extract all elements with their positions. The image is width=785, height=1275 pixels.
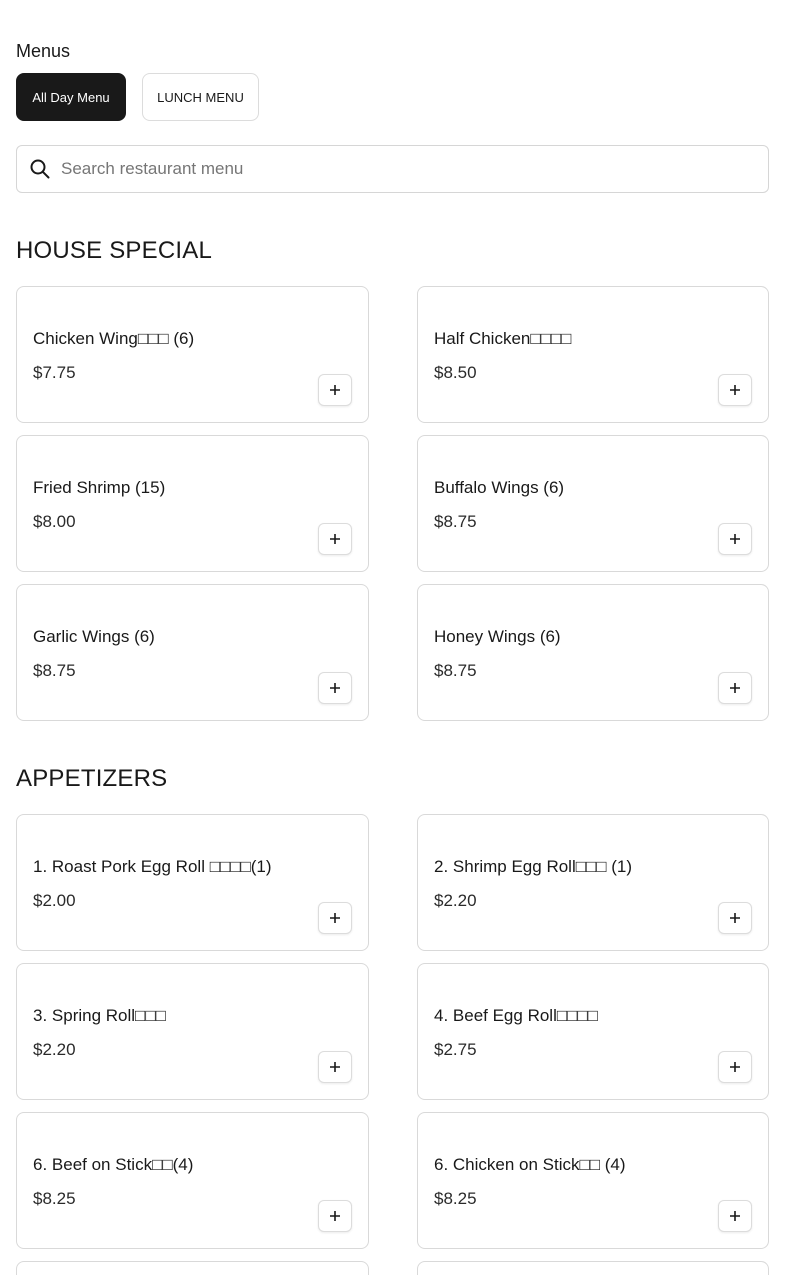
plus-icon <box>730 1211 740 1221</box>
item-price: $8.00 <box>33 512 76 531</box>
plus-icon <box>730 534 740 544</box>
item-price: $8.75 <box>434 661 477 680</box>
add-item-button[interactable] <box>318 523 352 555</box>
menu-item-card[interactable]: 2. Shrimp Egg Roll□□□ (1) $2.20 <box>417 814 769 951</box>
item-name: 4. Beef Egg Roll□□□□ <box>434 1006 598 1025</box>
add-item-button[interactable] <box>718 672 752 704</box>
add-item-button[interactable] <box>718 902 752 934</box>
add-item-button[interactable] <box>318 1200 352 1232</box>
add-item-button[interactable] <box>718 523 752 555</box>
search-icon <box>30 159 50 179</box>
all-day-menu-button[interactable]: All Day Menu <box>16 73 126 121</box>
item-name: 6. Chicken on Stick□□ (4) <box>434 1155 626 1174</box>
menu-item-card[interactable]: Garlic Wings (6) $8.75 <box>16 584 369 721</box>
plus-icon <box>330 534 340 544</box>
menu-item-card[interactable]: 6. Beef on Stick□□(4) $8.25 <box>16 1112 369 1249</box>
menu-item-card[interactable]: 1. Roast Pork Egg Roll □□□□(1) $2.00 <box>16 814 369 951</box>
item-name: Buffalo Wings (6) <box>434 478 565 497</box>
item-name: Garlic Wings (6) <box>33 627 155 646</box>
plus-icon <box>330 385 340 395</box>
menu-item-card[interactable]: 4. Beef Egg Roll□□□□ $2.75 <box>417 963 769 1100</box>
item-price: $8.25 <box>33 1189 76 1208</box>
item-price: $7.75 <box>33 363 76 382</box>
plus-icon <box>330 913 340 923</box>
item-name: Honey Wings (6) <box>434 627 561 646</box>
menu-item-card[interactable] <box>16 1261 369 1275</box>
search-input[interactable] <box>61 159 741 179</box>
add-item-button[interactable] <box>318 1051 352 1083</box>
plus-icon <box>330 1062 340 1072</box>
section-title-house-special: HOUSE SPECIAL <box>16 237 212 264</box>
plus-icon <box>330 683 340 693</box>
menu-item-card[interactable]: Honey Wings (6) $8.75 <box>417 584 769 721</box>
add-item-button[interactable] <box>718 374 752 406</box>
menu-item-card[interactable]: Fried Shrimp (15) $8.00 <box>16 435 369 572</box>
item-price: $8.25 <box>434 1189 477 1208</box>
menu-item-card[interactable]: Half Chicken□□□□ $8.50 <box>417 286 769 423</box>
lunch-menu-button[interactable]: LUNCH MENU <box>142 73 259 121</box>
add-item-button[interactable] <box>718 1051 752 1083</box>
item-name: 6. Beef on Stick□□(4) <box>33 1155 194 1174</box>
section-title-appetizers: APPETIZERS <box>16 765 168 792</box>
menu-item-card[interactable] <box>417 1261 769 1275</box>
menu-item-card[interactable]: Chicken Wing□□□ (6) $7.75 <box>16 286 369 423</box>
menu-item-card[interactable]: 6. Chicken on Stick□□ (4) $8.25 <box>417 1112 769 1249</box>
menus-heading: Menus <box>16 41 71 61</box>
add-item-button[interactable] <box>318 374 352 406</box>
menu-item-card[interactable]: Buffalo Wings (6) $8.75 <box>417 435 769 572</box>
item-price: $2.20 <box>33 1040 76 1059</box>
item-price: $8.75 <box>33 661 76 680</box>
item-name: Fried Shrimp (15) <box>33 478 166 497</box>
item-name: Chicken Wing□□□ (6) <box>33 329 195 348</box>
add-item-button[interactable] <box>318 902 352 934</box>
add-item-button[interactable] <box>718 1200 752 1232</box>
add-item-button[interactable] <box>318 672 352 704</box>
top-category-tabs <box>0 0 785 4</box>
item-name: Half Chicken□□□□ <box>434 329 572 348</box>
search-bar <box>16 145 769 193</box>
item-price: $8.50 <box>434 363 477 382</box>
item-price: $2.00 <box>33 891 76 910</box>
plus-icon <box>730 913 740 923</box>
item-name: 1. Roast Pork Egg Roll □□□□(1) <box>33 857 272 876</box>
plus-icon <box>730 385 740 395</box>
plus-icon <box>730 1062 740 1072</box>
item-name: 3. Spring Roll□□□ <box>33 1006 166 1025</box>
menu-item-card[interactable]: 3. Spring Roll□□□ $2.20 <box>16 963 369 1100</box>
plus-icon <box>330 1211 340 1221</box>
plus-icon <box>730 683 740 693</box>
item-price: $2.20 <box>434 891 477 910</box>
item-price: $2.75 <box>434 1040 477 1059</box>
item-name: 2. Shrimp Egg Roll□□□ (1) <box>434 857 633 876</box>
item-price: $8.75 <box>434 512 477 531</box>
